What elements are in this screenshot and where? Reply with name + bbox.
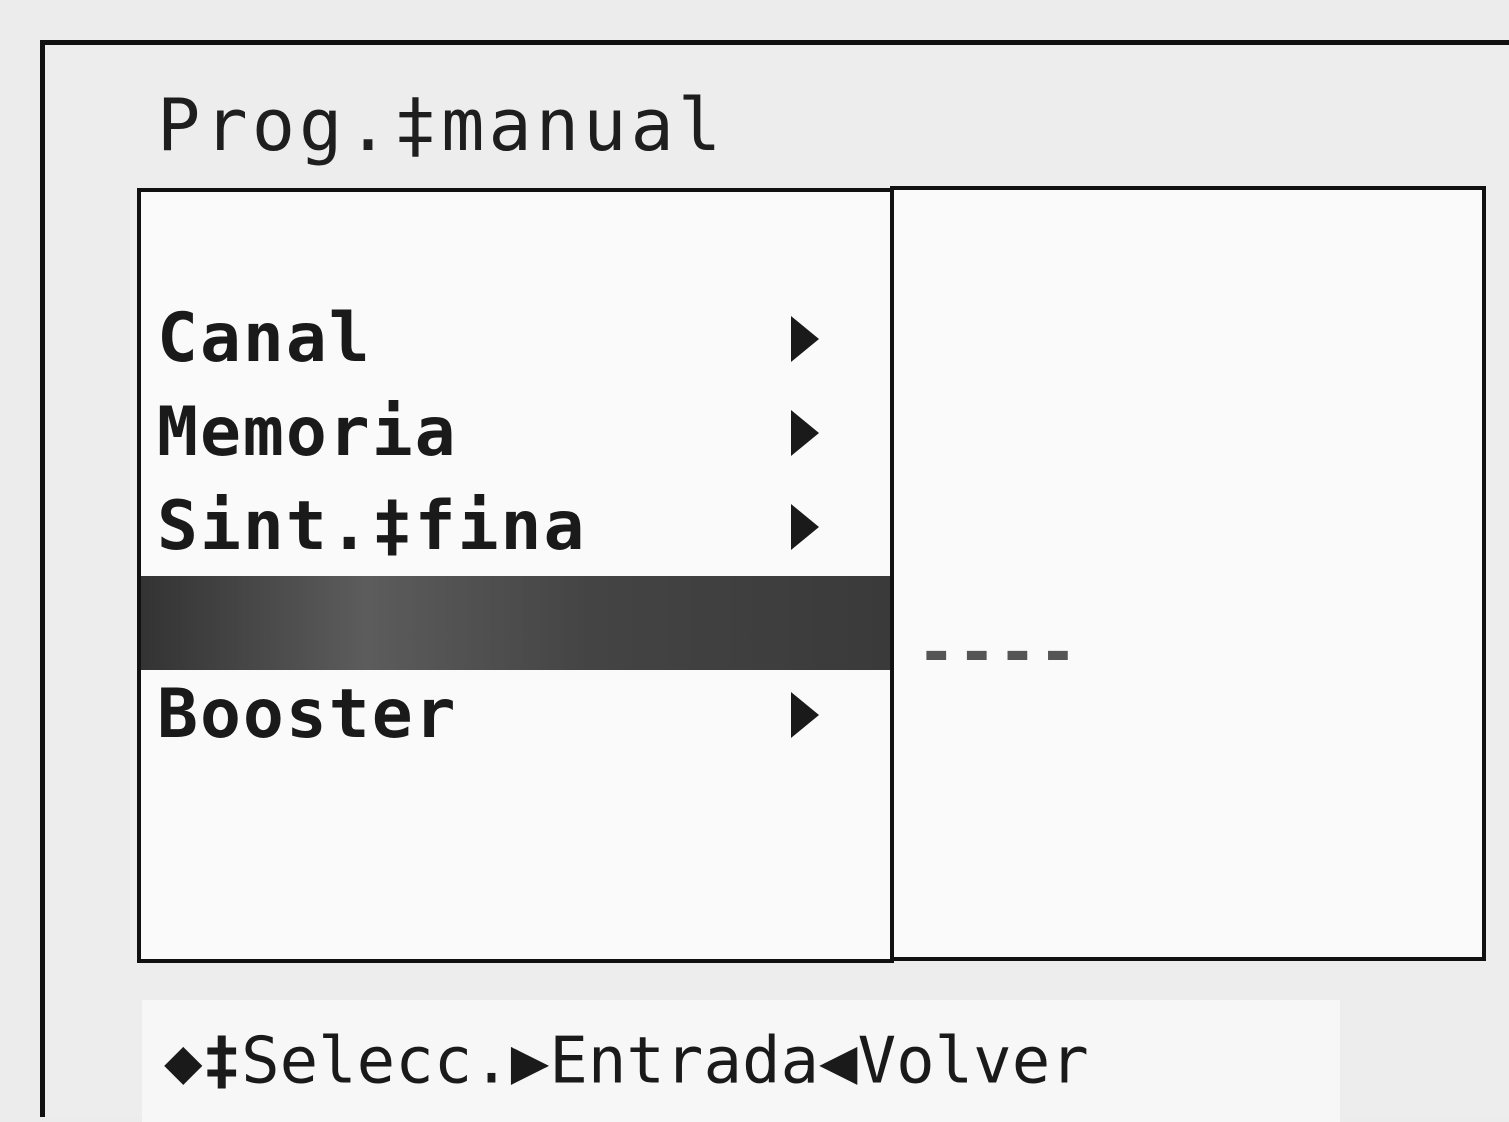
- osd-screen: Prog.‡manual Canal Memoria Sint.‡fina Bo…: [40, 40, 1509, 1122]
- menu-list: Canal Memoria Sint.‡fina Booster: [137, 188, 894, 963]
- menu-item-label: Sint.‡fina: [157, 487, 587, 566]
- right-arrow-icon: [791, 316, 819, 362]
- left-arrow-icon: ◀: [819, 1024, 858, 1099]
- enter-hint: Entrada: [549, 1024, 820, 1099]
- help-bar: ◆‡Selecc.▶Entrada◀Volver: [142, 1000, 1340, 1122]
- menu-item-sint-fina[interactable]: Sint.‡fina: [141, 480, 890, 574]
- menu-title: Prog.‡manual: [157, 83, 726, 167]
- value-panel: [890, 186, 1486, 961]
- menu-item-label: Memoria: [157, 393, 458, 472]
- select-hint: Selecc.: [241, 1024, 511, 1099]
- back-hint: Volver: [857, 1024, 1089, 1099]
- menu-item-selected[interactable]: [141, 576, 890, 670]
- menu-item-booster[interactable]: Booster: [141, 668, 890, 762]
- right-arrow-icon: ▶: [510, 1024, 550, 1099]
- right-arrow-icon: [791, 504, 819, 550]
- menu-item-label: Booster: [157, 675, 458, 754]
- menu-item-canal[interactable]: Canal: [141, 292, 890, 386]
- selected-value: ----: [917, 616, 1080, 690]
- right-arrow-icon: [791, 692, 819, 738]
- menu-item-label: Canal: [157, 299, 372, 378]
- right-arrow-icon: [791, 410, 819, 456]
- up-down-arrow-icon: ◆‡: [164, 1024, 242, 1099]
- menu-item-memoria[interactable]: Memoria: [141, 386, 890, 480]
- help-text: ◆‡Selecc.▶Entrada◀Volver: [164, 1020, 1089, 1099]
